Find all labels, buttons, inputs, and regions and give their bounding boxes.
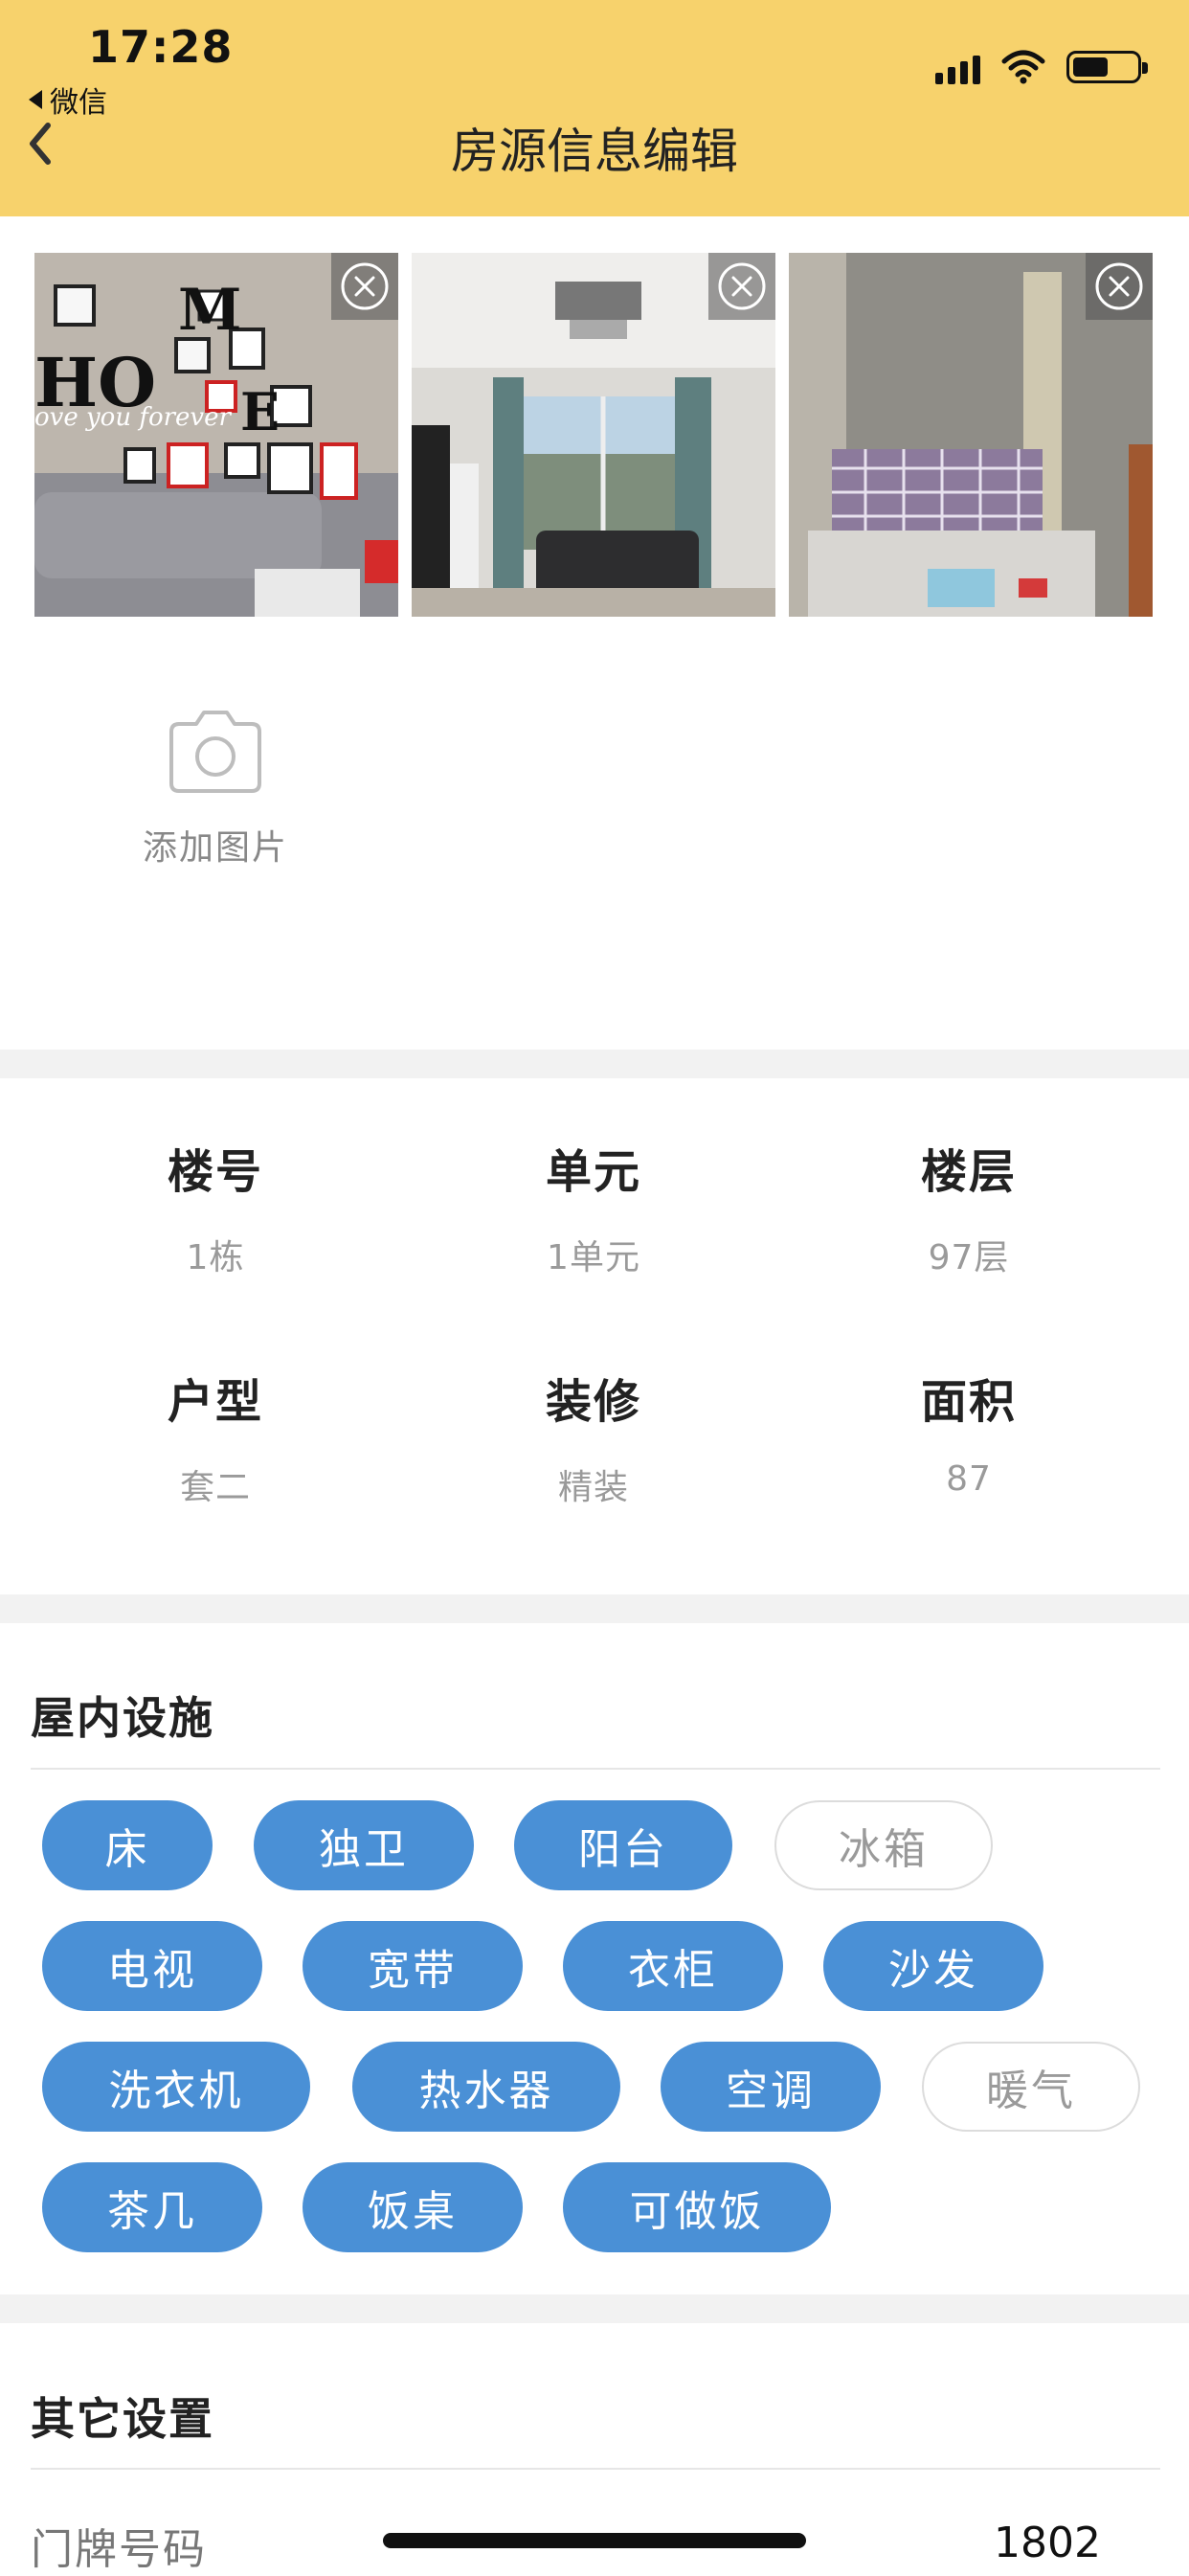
photo-item[interactable]: M HO E ove you forever xyxy=(34,253,398,617)
facility-chip-ac[interactable]: 空调 xyxy=(661,2042,881,2132)
header-bar: 17:28 微信 房源信息编辑 xyxy=(0,0,1189,216)
facility-chip-broadband[interactable]: 宽带 xyxy=(303,1921,523,2011)
photo-gallery: M HO E ove you forever xyxy=(34,253,1153,617)
close-circle-icon xyxy=(1095,262,1143,310)
facility-chip-tea-table[interactable]: 茶几 xyxy=(42,2162,262,2252)
facility-chip-tv[interactable]: 电视 xyxy=(42,1921,262,2011)
section-divider xyxy=(0,2294,1189,2323)
status-time: 17:28 xyxy=(88,21,234,73)
info-cell-unit[interactable]: 单元 1单元 xyxy=(450,1134,737,1279)
facility-chip-balcony[interactable]: 阳台 xyxy=(514,1800,732,1890)
door-number-label: 门牌号码 xyxy=(31,2525,207,2574)
photo-item[interactable] xyxy=(412,253,775,617)
add-photo-button[interactable]: 添加图片 xyxy=(134,709,297,870)
battery-icon xyxy=(1066,51,1148,83)
wifi-icon xyxy=(1001,50,1045,84)
info-value: 1单元 xyxy=(547,1238,640,1277)
info-value: 87 xyxy=(946,1459,992,1499)
close-circle-icon xyxy=(341,262,389,310)
delete-photo-button[interactable] xyxy=(708,253,775,320)
info-label: 楼层 xyxy=(920,1145,1017,1199)
camera-icon xyxy=(169,711,261,793)
facility-chip-water-heater[interactable]: 热水器 xyxy=(352,2042,620,2132)
add-photo-label: 添加图片 xyxy=(142,828,288,868)
info-cell-decoration[interactable]: 装修 精装 xyxy=(450,1364,737,1509)
back-triangle-icon xyxy=(29,90,42,109)
facility-chip-wardrobe[interactable]: 衣柜 xyxy=(563,1921,783,2011)
home-indicator[interactable] xyxy=(383,2533,806,2548)
info-label: 户型 xyxy=(167,1375,263,1429)
facility-chip-sofa[interactable]: 沙发 xyxy=(823,1921,1043,2011)
facility-chip-fridge[interactable]: 冰箱 xyxy=(774,1800,993,1890)
section-divider xyxy=(0,1050,1189,1078)
facility-chip-bed[interactable]: 床 xyxy=(42,1800,213,1890)
info-label: 装修 xyxy=(545,1375,641,1429)
close-circle-icon xyxy=(718,262,766,310)
delete-photo-button[interactable] xyxy=(1086,253,1153,320)
title-underline xyxy=(31,1768,1160,1770)
svg-text:ove you forever: ove you forever xyxy=(34,403,233,432)
info-label: 单元 xyxy=(545,1145,641,1199)
info-cell-building[interactable]: 楼号 1栋 xyxy=(72,1134,359,1279)
facility-chip-cooking[interactable]: 可做饭 xyxy=(563,2162,831,2252)
photo-item[interactable] xyxy=(789,253,1153,617)
info-value: 精装 xyxy=(557,1468,629,1507)
facility-chip-dining-table[interactable]: 饭桌 xyxy=(303,2162,523,2252)
info-cell-area[interactable]: 面积 87 xyxy=(825,1364,1112,1499)
delete-photo-button[interactable] xyxy=(331,253,398,320)
title-underline xyxy=(31,2468,1160,2470)
cellular-signal-icon xyxy=(935,50,980,84)
svg-text:M: M xyxy=(178,277,241,344)
info-label: 楼号 xyxy=(167,1145,263,1199)
info-value: 1栋 xyxy=(186,1238,245,1277)
facility-chip-heating[interactable]: 暖气 xyxy=(922,2042,1140,2132)
info-label: 面积 xyxy=(920,1375,1017,1429)
svg-text:E: E xyxy=(240,381,280,442)
info-cell-layout[interactable]: 户型 套二 xyxy=(72,1364,359,1509)
page-title: 房源信息编辑 xyxy=(451,124,738,179)
facilities-title: 屋内设施 xyxy=(31,1692,214,1744)
status-icons xyxy=(935,50,1148,84)
facility-chip-private-bath[interactable]: 独卫 xyxy=(254,1800,474,1890)
facility-chip-washer[interactable]: 洗衣机 xyxy=(42,2042,310,2132)
info-value: 套二 xyxy=(179,1468,251,1507)
info-value: 97层 xyxy=(928,1238,1010,1277)
door-number-input[interactable]: 1802 xyxy=(994,2519,1101,2567)
info-cell-floor[interactable]: 楼层 97层 xyxy=(825,1134,1112,1279)
other-settings-title: 其它设置 xyxy=(31,2393,214,2445)
section-divider xyxy=(0,1594,1189,1623)
